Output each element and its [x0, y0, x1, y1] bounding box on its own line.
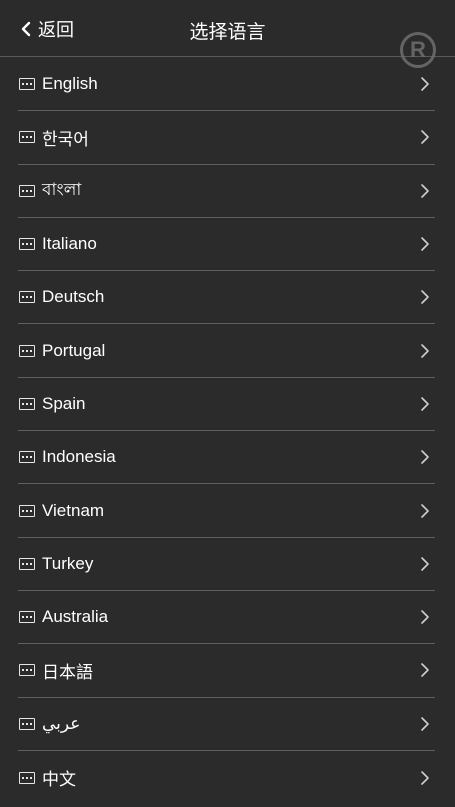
language-item-bengali[interactable]: বাংলা: [18, 165, 435, 218]
language-item-japanese[interactable]: 日本語: [18, 644, 435, 698]
language-label: 日本語: [42, 662, 93, 682]
language-icon: [19, 397, 35, 410]
language-item-korean[interactable]: 한국어: [18, 111, 435, 165]
language-item-english[interactable]: English: [18, 58, 435, 112]
language-icon: [19, 771, 35, 784]
chevron-right-icon: [419, 395, 431, 413]
language-icon: [19, 291, 35, 304]
language-item-german[interactable]: Deutsch: [18, 271, 435, 325]
language-label: Indonesia: [42, 447, 116, 467]
chevron-right-icon: [419, 128, 431, 146]
chevron-right-icon: [419, 555, 431, 573]
language-item-chinese[interactable]: 中文: [18, 751, 435, 804]
language-icon: [19, 451, 35, 464]
language-label: Spain: [42, 393, 86, 413]
language-label: Vietnam: [42, 500, 105, 520]
chevron-right-icon: [419, 448, 431, 466]
chevron-left-icon: [21, 21, 31, 37]
language-item-spanish[interactable]: Spain: [18, 378, 435, 432]
language-item-arabic[interactable]: عربي: [18, 698, 435, 751]
chevron-right-icon: [419, 661, 431, 679]
top-bar: 返回 选择语言 R: [0, 0, 455, 68]
language-label: Turkey: [42, 553, 94, 573]
language-icon: [19, 78, 35, 91]
language-icon: [19, 664, 35, 677]
language-label: 한국어: [42, 129, 89, 149]
language-icon: [19, 238, 35, 251]
chevron-right-icon: [419, 288, 431, 306]
language-label: 中文: [42, 770, 76, 789]
language-label: English: [42, 74, 98, 94]
language-item-indonesian[interactable]: Indonesia: [18, 431, 435, 485]
language-icon: [19, 717, 35, 730]
language-item-italian[interactable]: Italiano: [18, 218, 435, 272]
back-label: 返回: [38, 20, 74, 40]
chevron-right-icon: [419, 502, 431, 520]
language-label: Australia: [42, 607, 109, 627]
language-item-portuguese[interactable]: Portugal: [18, 324, 435, 378]
language-icon: [19, 344, 35, 357]
language-item-turkish[interactable]: Turkey: [18, 538, 435, 591]
chevron-right-icon: [419, 715, 431, 733]
chevron-right-icon: [419, 75, 431, 93]
language-label: عربي: [42, 713, 81, 733]
language-label: বাংলা: [42, 179, 82, 199]
language-icon: [19, 611, 35, 624]
chevron-right-icon: [419, 182, 431, 200]
chevron-right-icon: [419, 235, 431, 253]
language-item-vietnamese[interactable]: Vietnam: [18, 484, 435, 538]
chevron-right-icon: [419, 769, 431, 787]
language-icon: [19, 131, 35, 144]
language-icon: [19, 184, 35, 197]
language-label: Deutsch: [42, 287, 105, 307]
language-icon: [19, 504, 35, 517]
back-button[interactable]: 返回: [20, 17, 74, 41]
chevron-right-icon: [419, 608, 431, 626]
language-label: Italiano: [42, 234, 97, 254]
language-icon: [19, 557, 35, 570]
chevron-right-icon: [419, 342, 431, 360]
language-label: Portugal: [42, 340, 106, 360]
language-item-australia[interactable]: Australia: [18, 591, 435, 645]
language-list: English 한국어 বাংলা Italiano Deutsch Portu…: [0, 58, 455, 804]
